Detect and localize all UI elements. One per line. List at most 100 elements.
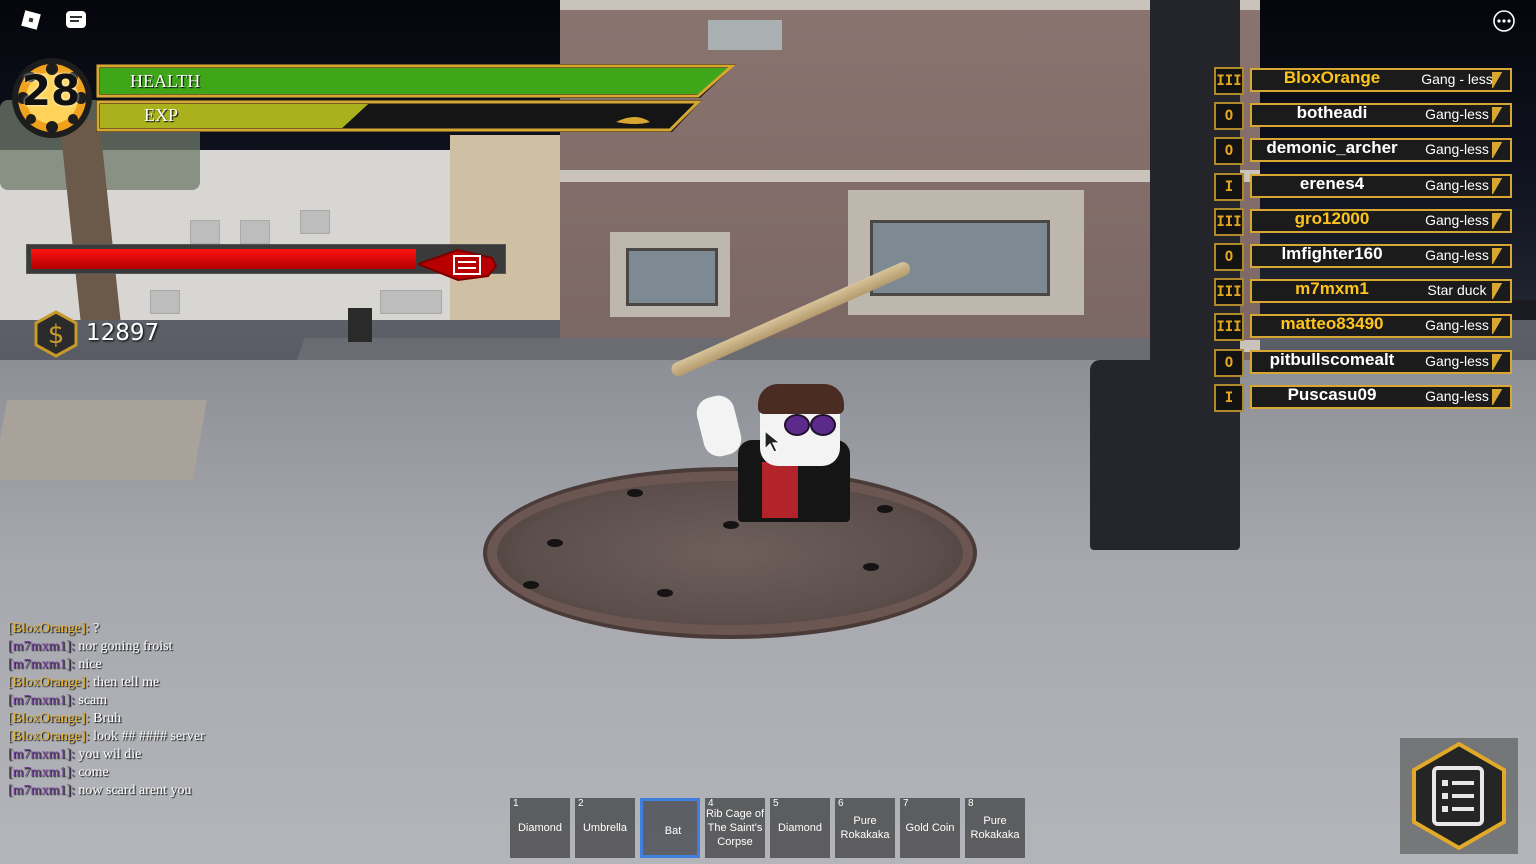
sunglasses <box>784 414 836 436</box>
chat-sender[interactable]: [BloxOrange]: <box>8 711 90 726</box>
player-rank-badge: O <box>1214 243 1244 271</box>
chat-sender[interactable]: [BloxOrange]: <box>8 621 90 636</box>
concrete-block <box>0 400 208 480</box>
player-list-row[interactable]: III matteo83490 Gang-less <box>1212 310 1516 342</box>
chat-sender[interactable]: [m7mxm1]: <box>8 693 75 708</box>
chat-message: [m7mxm1]: come <box>8 764 428 782</box>
player-gang: Gang - less <box>1421 71 1493 87</box>
player-name-plate: erenes4 Gang-less <box>1250 173 1512 198</box>
player-name-plate: demonic_archer Gang-less <box>1250 138 1512 163</box>
roblox-logo-icon[interactable] <box>20 9 41 30</box>
player-name-plate: pitbullscomealt Gang-less <box>1250 349 1512 374</box>
player-character-shirt <box>762 462 798 518</box>
chat-sender[interactable]: [m7mxm1]: <box>8 747 75 762</box>
manhole-cover <box>483 467 977 639</box>
chat-message: [BloxOrange]: then tell me <box>8 674 428 692</box>
chat-text: Bruh <box>93 711 122 726</box>
chat-sender[interactable]: [BloxOrange]: <box>8 675 90 690</box>
chat-text: nor goning froist <box>78 639 173 654</box>
player-list-row[interactable]: Ierenes4 Gang-less <box>1212 170 1516 202</box>
hotbar-slot[interactable]: Bat <box>640 798 700 858</box>
hotbar-item-name: Umbrella <box>582 822 627 834</box>
player-name: Puscasu09 <box>1287 384 1377 404</box>
player-name: matteo83490 <box>1280 314 1384 334</box>
player-gang: Star duck <box>1427 282 1487 299</box>
chat-text: now scard arent you <box>78 783 192 798</box>
target-emblem-icon <box>415 248 498 282</box>
player-name: gro12000 <box>1294 208 1370 228</box>
player-name-plate: botheadi Gang-less <box>1250 103 1512 128</box>
player-rank-badge: I <box>1214 383 1244 412</box>
hotbar-item-name: Diamond <box>777 822 823 834</box>
dollar-icon: $ <box>34 310 78 358</box>
chat-message: [BloxOrange]: Bruh <box>8 710 428 728</box>
chat-sender[interactable]: [m7mxm1]: <box>8 639 75 654</box>
player-gang: Gang-less <box>1425 387 1489 404</box>
hotbar-slot[interactable]: 5 Diamond <box>770 798 830 858</box>
chat-message: [m7mxm1]: nor goning froist <box>8 638 428 656</box>
health-label: HEALTH <box>130 71 201 91</box>
player-gang: Gang-less <box>1425 247 1489 263</box>
chat-message: [m7mxm1]: scam <box>8 692 428 710</box>
player-character-hair <box>758 384 844 414</box>
player-list-row[interactable]: Odemonic_archer Gang-less <box>1212 134 1516 166</box>
player-gang: Gang-less <box>1425 106 1489 123</box>
chat-message: [m7mxm1]: nice <box>8 656 428 674</box>
target-health-fill <box>31 249 417 269</box>
chat-text: come <box>78 765 109 780</box>
hotbar-slot[interactable]: 1 Diamond <box>510 798 570 858</box>
hotbar-item-name: Bat <box>664 825 682 837</box>
player-name: lmfighter160 <box>1281 244 1383 263</box>
player-list-row[interactable]: I Puscasu09 Gang-less <box>1212 381 1516 413</box>
exp-label: EXP <box>144 105 179 125</box>
player-name: demonic_archer <box>1266 138 1398 158</box>
checklist-icon <box>1412 741 1506 851</box>
chat-text: you wil die <box>78 747 142 762</box>
player-rank-badge: I <box>1214 172 1244 201</box>
hotbar: 1 Diamond 2 Umbrella Bat 4 Rib Cage of The Sai… <box>510 798 1030 860</box>
chat-text: scam <box>78 693 108 708</box>
player-name-plate: matteo83490 Gang-less <box>1250 314 1512 339</box>
more-options-icon[interactable] <box>1492 9 1516 33</box>
distant-player[interactable] <box>348 308 372 342</box>
player-list-row[interactable]: III gro12000 Gang-less <box>1212 205 1516 237</box>
player-gang: Gang-less <box>1425 352 1489 369</box>
hotbar-item-name: Diamond <box>517 822 563 834</box>
hotbar-slot[interactable]: 7 Gold Coin <box>900 798 960 858</box>
chat-sender[interactable]: [m7mxm1]: <box>8 765 75 780</box>
player-name-plate: m7mxm1 Star duck <box>1250 279 1512 304</box>
player-gang: Gang-less <box>1425 211 1489 228</box>
mouse-cursor-icon <box>764 430 782 453</box>
chat-text: ? <box>93 621 100 636</box>
player-list-row[interactable]: Olmfighter160 Gang-less <box>1212 240 1516 272</box>
player-rank-badge: III <box>1214 313 1244 342</box>
player-gang: Gang-less <box>1425 317 1489 334</box>
player-name-plate: Puscasu09 Gang-less <box>1250 384 1512 409</box>
player-rank-badge: O <box>1214 348 1244 377</box>
player-list-row[interactable]: Opitbullscomealt Gang-less <box>1212 346 1516 378</box>
chat-sender[interactable]: [BloxOrange]: <box>8 729 90 744</box>
player-rank-badge: III <box>1214 67 1244 95</box>
hotbar-slot[interactable]: 4 Rib Cage of The Saint's Corpse <box>705 798 765 858</box>
player-rank-badge: O <box>1214 102 1244 131</box>
player-name-plate: lmfighter160 Gang-less <box>1250 244 1512 268</box>
chat-icon[interactable] <box>64 9 88 31</box>
chat-message: [m7mxm1]: you wil die <box>8 746 428 764</box>
chat-message: [BloxOrange]: ? <box>8 620 428 638</box>
player-name-plate: BloxOrange Gang - less <box>1250 68 1512 92</box>
chat-text: then tell me <box>93 675 160 690</box>
player-rank-badge: III <box>1214 278 1244 307</box>
hotbar-item-name: Rib Cage of The Saint's Corpse <box>705 808 765 848</box>
player-list-row[interactable]: III m7mxm1 Star duck <box>1212 275 1516 307</box>
hotbar-slot[interactable]: 8 Pure Rokakaka <box>965 798 1025 858</box>
player-list-row[interactable]: Obotheadi Gang-less <box>1212 99 1516 131</box>
chat-text: look ## #### server <box>93 729 205 744</box>
player-list-row[interactable]: III BloxOrange Gang - less <box>1212 64 1516 96</box>
quest-button[interactable] <box>1400 738 1518 854</box>
chat-sender[interactable]: [m7mxm1]: <box>8 657 75 672</box>
hotbar-slot[interactable]: 6 Pure Rokakaka <box>835 798 895 858</box>
chat-text: nice <box>78 657 102 672</box>
player-gang: Gang-less <box>1425 176 1489 193</box>
chat-sender[interactable]: [m7mxm1]: <box>8 783 75 798</box>
hotbar-slot[interactable]: 2 Umbrella <box>575 798 635 858</box>
